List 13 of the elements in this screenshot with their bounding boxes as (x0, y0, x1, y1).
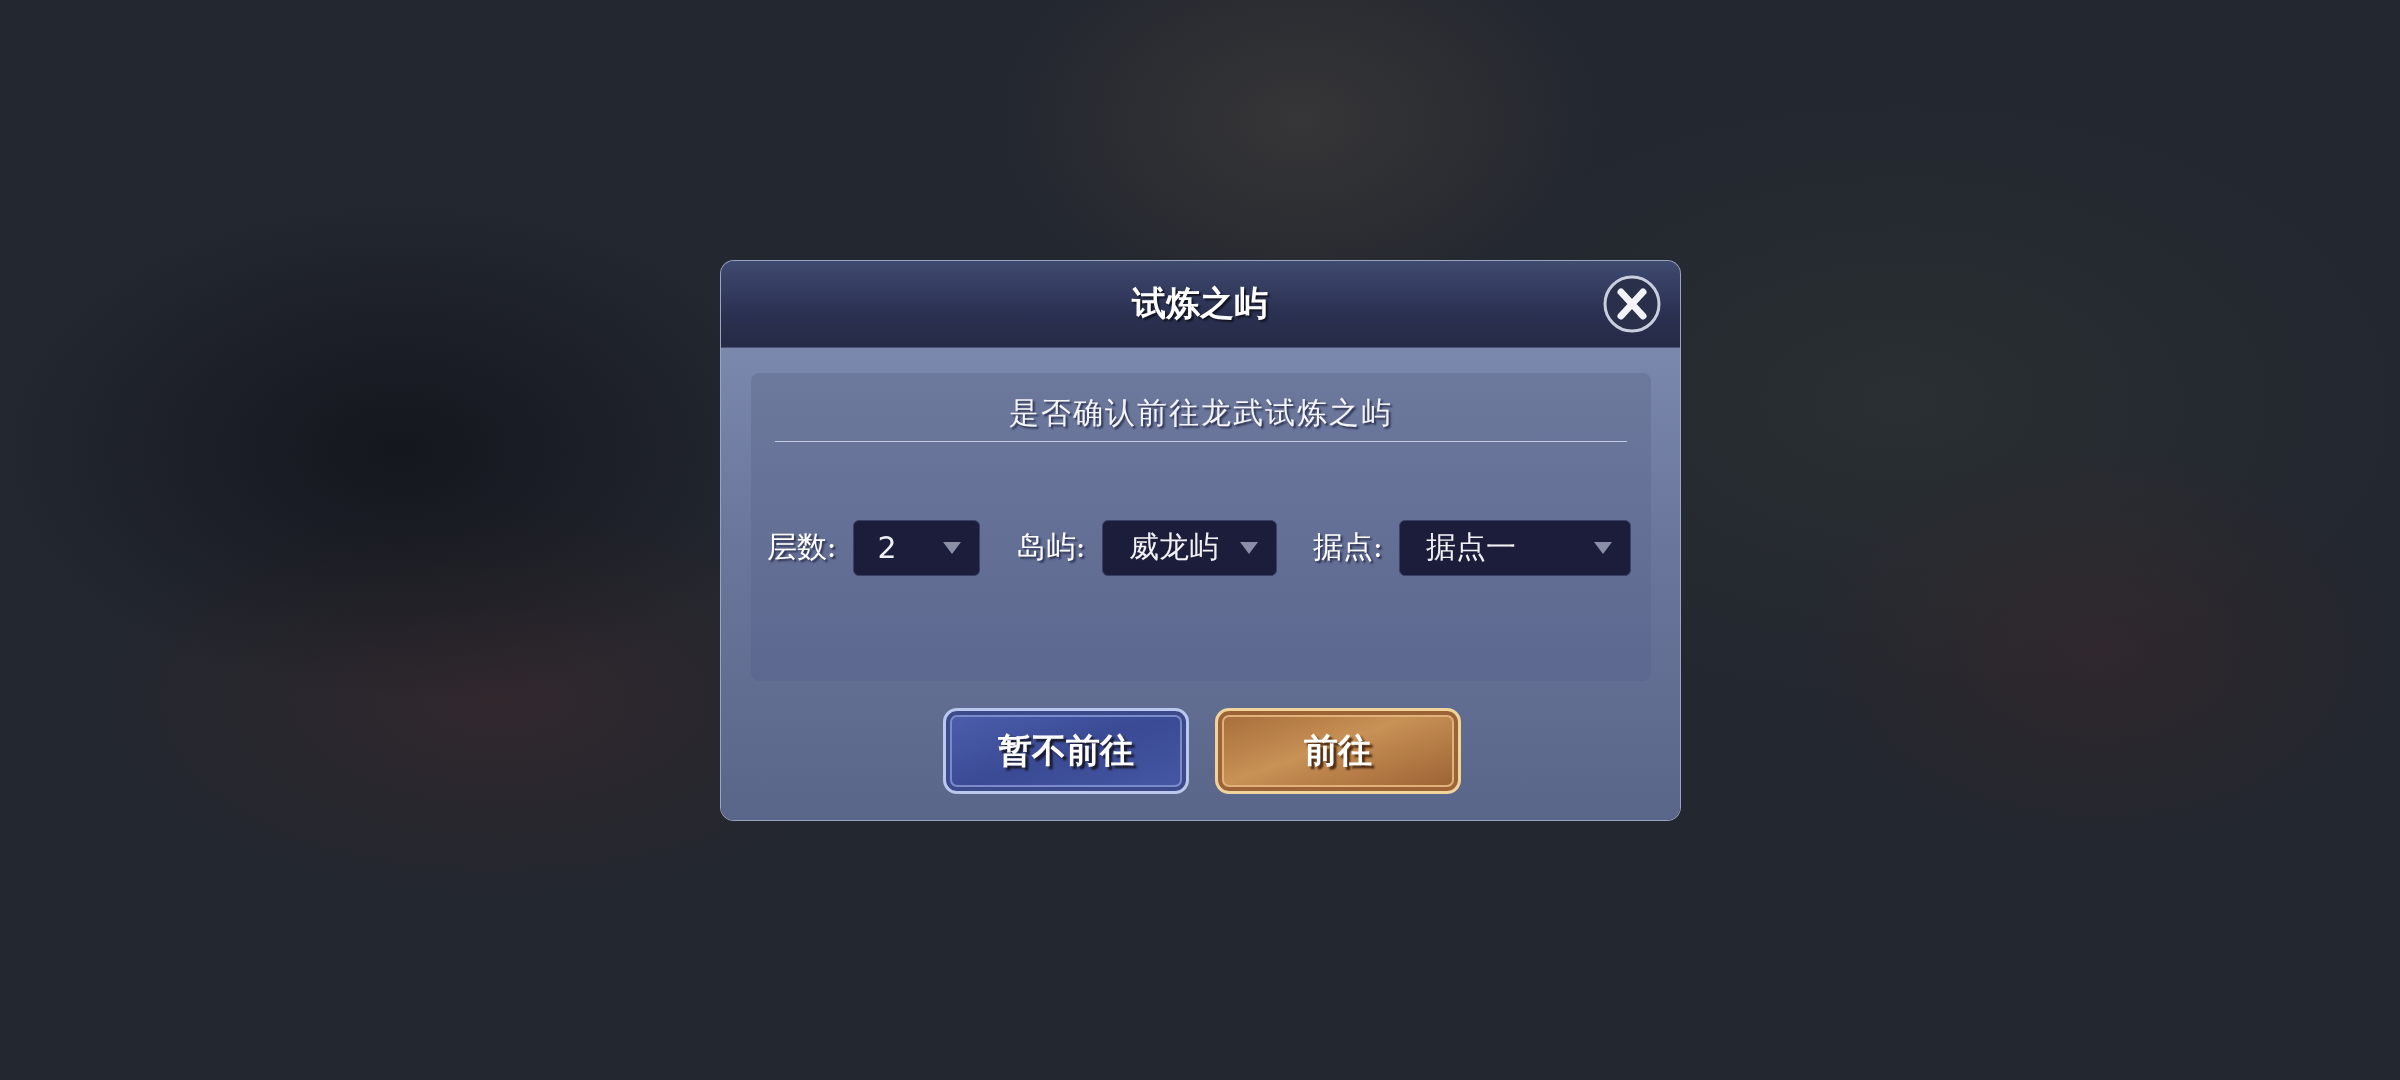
cancel-button[interactable]: 暂不前往 (942, 707, 1189, 794)
close-icon[interactable] (1602, 274, 1661, 333)
confirm-prompt: 是否确认前往龙武试炼之屿 (1008, 393, 1393, 432)
dialog-title: 试炼之屿 (1132, 281, 1268, 325)
caret-icon (1239, 541, 1258, 554)
selector-label: 岛屿: (1015, 528, 1086, 566)
selector-label: 据点: (1312, 528, 1383, 566)
dropdown-field[interactable]: 威龙屿 (1101, 519, 1277, 576)
selector-label: 层数: (766, 528, 837, 566)
dropdown-field[interactable]: 据点一 (1398, 519, 1631, 576)
dropdown-field[interactable]: 2 (852, 519, 980, 576)
caret-icon (942, 541, 961, 554)
caret-icon (1593, 541, 1612, 554)
